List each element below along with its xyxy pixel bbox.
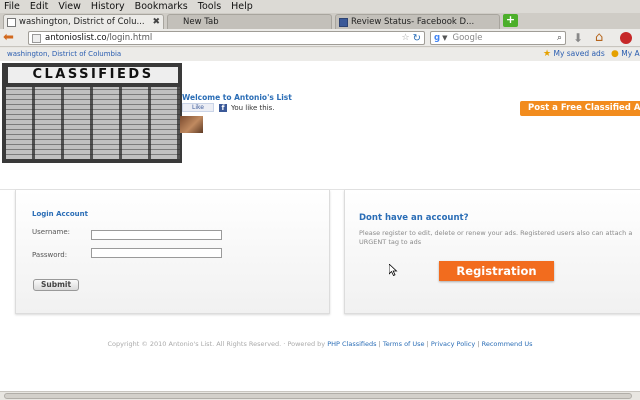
back-arrow-icon[interactable]: ⬅ [3,31,21,45]
nav-bar: ⬅ antonioslist.co/login.html ☆ ↻ g ▼ Goo… [0,29,640,47]
search-bar[interactable]: g ▼ Google ⌕ [430,31,566,45]
menu-view[interactable]: View [58,1,81,12]
page-content: CLASSIFIEDS Welcome to Antonio's List Li… [0,61,640,391]
close-icon[interactable]: ✖ [150,17,160,27]
download-icon[interactable]: ⬇ [573,31,583,45]
reload-icon[interactable]: ↻ [413,33,421,44]
tab-login[interactable]: washington, District of Colu... ✖ [3,14,164,29]
like-button[interactable]: Like [182,103,214,112]
tab-label: Review Status- Facebook D... [351,17,475,27]
privacy-link[interactable]: Privacy Policy [431,340,475,348]
menu-file[interactable]: File [4,1,20,12]
saved-ads-label: My saved ads [553,49,605,58]
account-icon: ● [611,49,619,59]
tab-bar: washington, District of Colu... ✖ New Ta… [0,13,640,29]
url-bar[interactable]: antonioslist.co/login.html ☆ ↻ [28,31,425,45]
url-host: antonioslist.co [45,33,107,43]
registration-button[interactable]: Registration [439,261,554,281]
scrollbar-thumb[interactable] [4,393,632,399]
footer: Copyright © 2010 Antonio's List. All Rig… [0,340,640,348]
newspaper-lines [6,87,180,159]
separator: | [477,340,480,348]
bookmark-star-icon[interactable]: ☆ [402,33,410,43]
username-label: Username: [32,228,71,236]
extension-icon[interactable] [620,32,632,44]
submit-button[interactable]: Submit [33,279,79,291]
menu-bar: File Edit View History Bookmarks Tools H… [0,0,640,13]
new-tab-button[interactable]: + [503,14,518,27]
bookmarks-bar: washington, District of Columbia ★ My sa… [0,48,640,61]
menu-edit[interactable]: Edit [30,1,48,12]
menu-history[interactable]: History [91,1,125,12]
location-breadcrumb[interactable]: washington, District of Columbia [7,50,121,58]
facebook-icon: f [219,104,227,112]
separator: | [426,340,429,348]
classifieds-banner: CLASSIFIEDS [2,63,182,163]
login-heading: Login Account [32,210,88,218]
like-text: You like this. [231,104,275,112]
tab-facebook[interactable]: Review Status- Facebook D... [335,14,500,29]
password-label: Password: [32,251,68,259]
banner-title: CLASSIFIEDS [8,67,178,83]
my-account-link[interactable]: ● My A [611,49,640,59]
php-classifieds-link[interactable]: PHP Classifieds [327,340,376,348]
chevron-down-icon[interactable]: ▼ [442,34,447,42]
register-panel: Dont have an account? Please register to… [344,190,640,314]
url-path: /login.html [106,33,153,43]
register-heading: Dont have an account? [359,213,469,223]
menu-help[interactable]: Help [231,1,253,12]
google-icon[interactable]: g [434,33,440,43]
avatar [180,116,203,133]
password-input[interactable] [91,248,222,258]
tab-label: washington, District of Colu... [19,17,145,27]
separator: | [378,340,381,348]
search-placeholder: Google [452,33,483,43]
mouse-cursor [388,263,398,279]
search-icon[interactable]: ⌕ [557,33,562,43]
site-identity-icon[interactable] [32,33,41,43]
copyright-text: Copyright © 2010 Antonio's List. All Rig… [107,340,326,348]
home-icon[interactable]: ⌂ [595,30,603,45]
username-input[interactable] [91,230,222,240]
page-icon [7,17,16,27]
star-icon: ★ [543,49,552,59]
menu-tools[interactable]: Tools [198,1,221,12]
my-account-label: My A [621,49,640,58]
saved-ads-link[interactable]: ★ My saved ads [543,49,605,59]
tab-new-tab[interactable]: New Tab [167,14,332,29]
recommend-link[interactable]: Recommend Us [482,340,533,348]
facebook-icon [339,17,348,27]
login-panel: Login Account Username: Password: Submit [15,190,330,314]
register-description: Please register to edit, delete or renew… [359,229,633,246]
menu-bookmarks[interactable]: Bookmarks [135,1,188,12]
terms-link[interactable]: Terms of Use [383,340,425,348]
horizontal-scrollbar[interactable] [0,391,640,400]
post-free-ad-button[interactable]: Post a Free Classified A [520,101,640,116]
tab-label: New Tab [183,17,219,27]
welcome-link[interactable]: Welcome to Antonio's List [182,93,292,102]
